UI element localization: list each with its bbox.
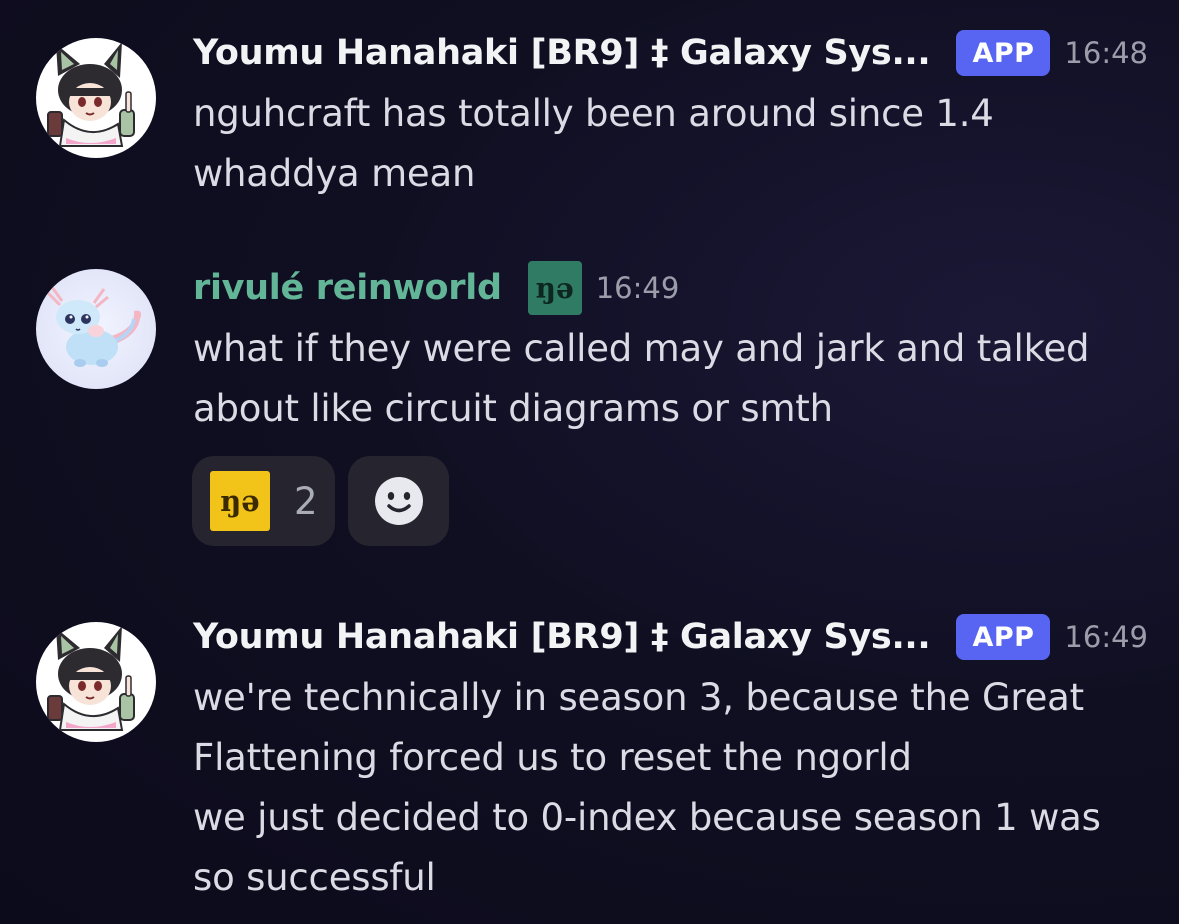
catgirl-avatar-icon <box>36 38 156 158</box>
avatar[interactable] <box>36 622 156 742</box>
app-badge: APP <box>956 30 1051 76</box>
message-line: what if they were called may and jark an… <box>193 327 1090 370</box>
message-line: we just decided to 0-index because seaso… <box>193 796 1101 839</box>
timestamp: 16:48 <box>1064 36 1148 70</box>
message-line: we're technically in season 3, because t… <box>193 676 1084 719</box>
reaction-count: 2 <box>294 479 318 523</box>
message-line: so successful <box>193 856 436 899</box>
message-header: Youmu Hanahaki [BR9] ‡ Galaxy Sys... APP… <box>193 25 1148 81</box>
app-badge: APP <box>956 614 1051 660</box>
message-line: whaddya mean <box>193 152 476 195</box>
catgirl-avatar-icon <box>36 622 156 742</box>
add-reaction-button[interactable] <box>348 456 449 546</box>
message-line: about like circuit diagrams or smth <box>193 387 833 430</box>
avatar[interactable] <box>36 38 156 158</box>
timestamp: 16:49 <box>1064 620 1148 654</box>
username[interactable]: Youmu Hanahaki [BR9] ‡ Galaxy Sys... <box>193 33 931 73</box>
timestamp: 16:49 <box>595 271 680 305</box>
message-content: nguhcraft has totally been around since … <box>193 84 1153 204</box>
message-content: what if they were called may and jark an… <box>193 319 1153 439</box>
message-header: rivulé reinworld ŋə 16:49 <box>193 260 679 316</box>
role-icon[interactable]: ŋə <box>527 261 582 315</box>
avatar[interactable] <box>36 269 156 389</box>
reaction-button[interactable]: ŋə 2 <box>192 456 335 546</box>
reactions-bar: ŋə 2 <box>192 456 449 546</box>
axolotl-creature-avatar-icon <box>36 269 156 389</box>
custom-emoji-icon: ŋə <box>210 471 270 531</box>
username[interactable]: Youmu Hanahaki [BR9] ‡ Galaxy Sys... <box>193 617 931 657</box>
message-line: nguhcraft has totally been around since … <box>193 92 994 135</box>
message-content: we're technically in season 3, because t… <box>193 668 1153 908</box>
username[interactable]: rivulé reinworld <box>193 268 502 308</box>
message-line: Flattening forced us to reset the ngorld <box>193 736 912 779</box>
add-reaction-smiley-icon <box>374 477 423 525</box>
message-header: Youmu Hanahaki [BR9] ‡ Galaxy Sys... APP… <box>193 609 1148 665</box>
